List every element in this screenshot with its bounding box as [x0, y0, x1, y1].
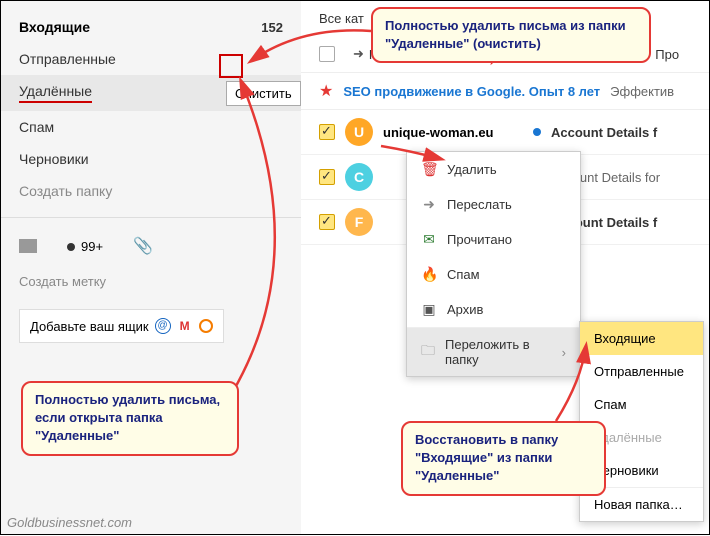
clean-tooltip: Очистить [226, 81, 301, 106]
context-menu: 🗑Удалить ➜Переслать ✉Прочитано 🔥Спам ▣Ар… [406, 151, 581, 377]
forward-icon: ➜ [353, 46, 364, 62]
folder-label: Создать папку [19, 183, 112, 199]
ctx-delete[interactable]: 🗑Удалить [407, 152, 580, 187]
divider [1, 217, 301, 218]
folder-spam[interactable]: Спам [1, 111, 301, 143]
ctx-spam[interactable]: 🔥Спам [407, 257, 580, 292]
fire-icon: 🔥 [421, 266, 437, 283]
promo-tail: Эффектив [610, 84, 674, 99]
forward-icon: ➜ [421, 196, 437, 213]
sender: unique-woman.eu [383, 125, 523, 140]
ctx-move-to-folder[interactable]: 🗀Переложить в папку› [407, 328, 580, 376]
subject: Account Details f [551, 125, 657, 140]
row-checkbox[interactable] [319, 214, 335, 230]
add-mailbox-label: Добавьте ваш ящик [30, 319, 149, 334]
atmail-icon: @ [155, 318, 171, 334]
tag-row: 99+ 📎 [1, 228, 301, 264]
folder-count: 152 [261, 20, 283, 35]
unread-dot [533, 128, 541, 136]
folder-inbox[interactable]: Входящие 152 [1, 11, 301, 43]
folder-drafts[interactable]: Черновики [1, 143, 301, 175]
mail-row[interactable]: U unique-woman.eu Account Details f [301, 110, 709, 155]
promo-link[interactable]: SEO продвижение в Google. Опыт 8 лет [343, 84, 600, 99]
folder-label: Входящие [19, 19, 90, 35]
star-icon: ★ [319, 81, 333, 101]
callout-left: Полностью удалить письма, если открыта п… [21, 381, 239, 456]
mailru-icon [199, 319, 213, 333]
row-checkbox[interactable] [319, 169, 335, 185]
ctx-forward[interactable]: ➜Переслать [407, 187, 580, 222]
folder-icon: 🗀 [421, 340, 435, 364]
annotation-highlight-brush [219, 54, 243, 78]
avatar: F [345, 208, 373, 236]
create-label-link[interactable]: Создать метку [1, 264, 301, 299]
select-all-checkbox[interactable] [319, 46, 335, 62]
callout-top: Полностью удалить письма из папки "Удале… [371, 7, 651, 63]
submenu-spam[interactable]: Спам [580, 388, 703, 421]
folder-label: Удалённые [19, 83, 92, 103]
folder-create[interactable]: Создать папку [1, 175, 301, 207]
trash-icon: 🗑 [421, 161, 437, 178]
unread-tag[interactable]: 99+ [67, 239, 103, 254]
submenu-sent[interactable]: Отправленные [580, 355, 703, 388]
gmail-icon: M [177, 318, 193, 334]
watermark: Goldbusinessnet.com [7, 515, 132, 530]
envelope-icon: ✉ [421, 231, 437, 248]
chevron-right-icon: › [562, 345, 566, 360]
folder-sent[interactable]: Отправленные [1, 43, 301, 75]
attachment-icon[interactable]: 📎 [133, 236, 153, 256]
promo-row[interactable]: ★ SEO продвижение в Google. Опыт 8 лет Э… [301, 73, 709, 110]
ctx-read[interactable]: ✉Прочитано [407, 222, 580, 257]
row-checkbox[interactable] [319, 124, 335, 140]
add-mailbox-button[interactable]: Добавьте ваш ящик @ M [19, 309, 224, 343]
avatar: C [345, 163, 373, 191]
folder-label: Черновики [19, 151, 89, 167]
archive-icon: ▣ [421, 301, 437, 318]
callout-bottom: Восстановить в папку "Входящие" из папки… [401, 421, 606, 496]
submenu-inbox[interactable]: Входящие [580, 322, 703, 355]
flag-icon[interactable] [19, 239, 37, 253]
folder-label: Спам [19, 119, 54, 135]
ctx-archive[interactable]: ▣Архив [407, 292, 580, 327]
avatar: U [345, 118, 373, 146]
folder-label: Отправленные [19, 51, 116, 67]
